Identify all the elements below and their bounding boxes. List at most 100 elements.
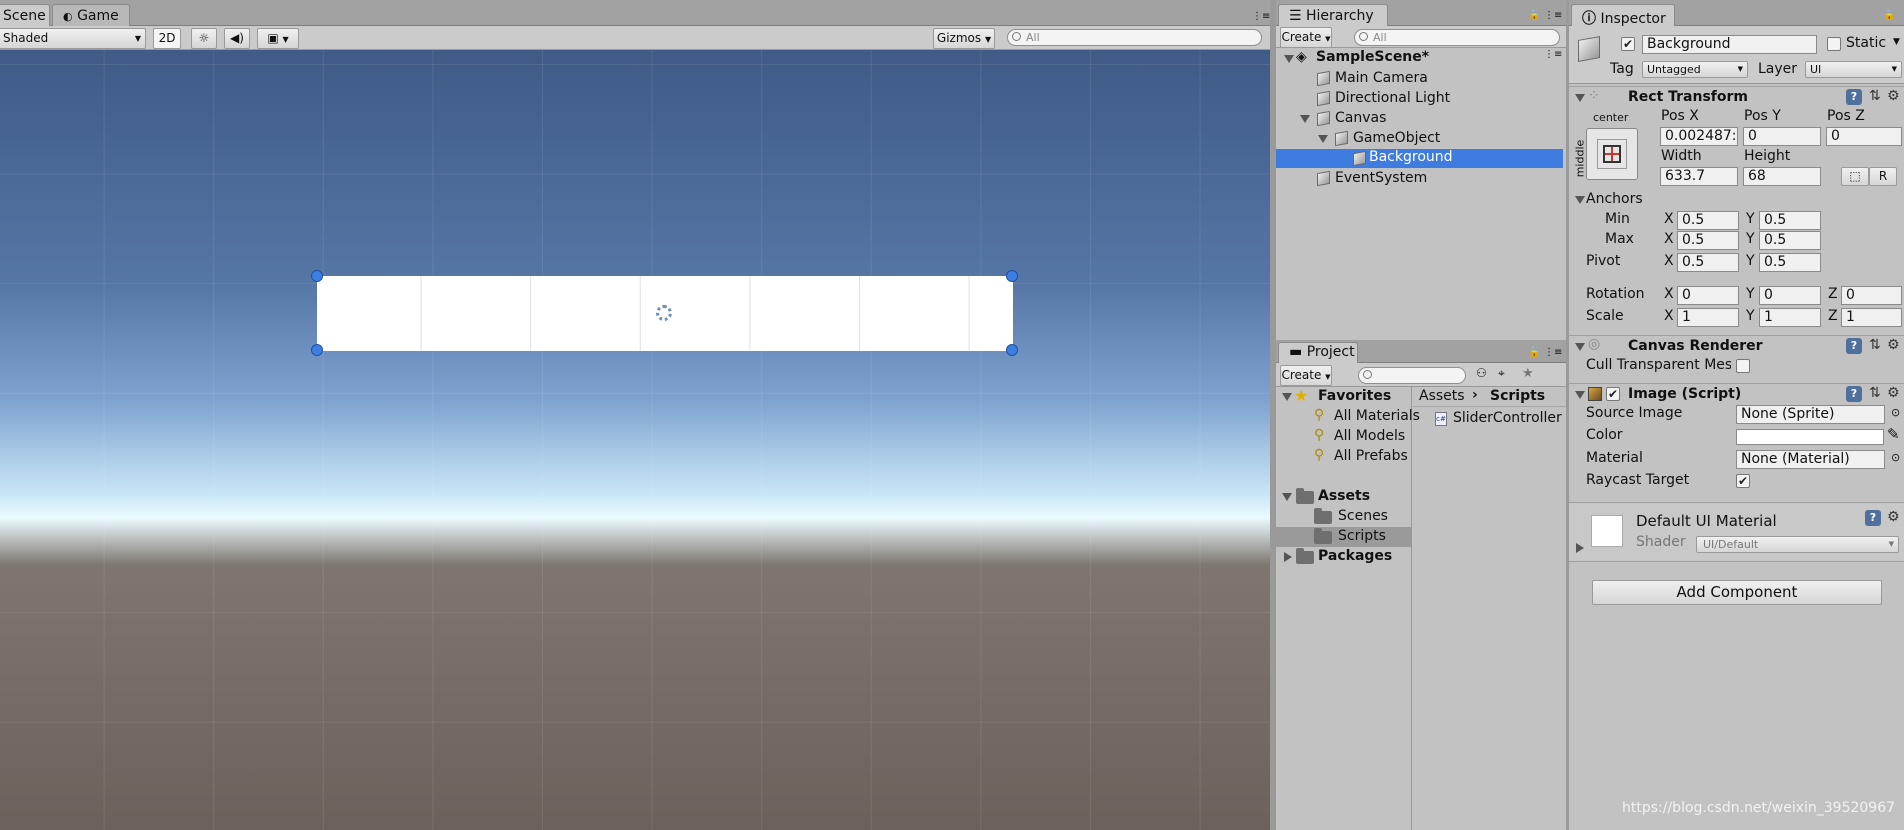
scene-root-item[interactable]: ◈ SampleScene* ⋮≡ [1276, 49, 1566, 68]
scale-x-field[interactable]: 1 [1677, 308, 1739, 327]
pos-x-field[interactable]: 0.002487: [1660, 127, 1738, 146]
scale-y-field[interactable]: 1 [1759, 308, 1821, 327]
help-icon[interactable]: ? [1865, 510, 1881, 526]
gear-icon[interactable]: ⚙ [1887, 385, 1900, 401]
object-name-field[interactable]: Background [1642, 35, 1817, 54]
anchor-preset-button[interactable] [1586, 128, 1638, 180]
cull-transparent-checkbox[interactable] [1736, 359, 1750, 373]
project-create-button[interactable]: Create ▼ [1280, 365, 1332, 386]
chevron-down-icon[interactable] [1575, 196, 1585, 204]
help-icon[interactable]: ? [1846, 338, 1862, 354]
raw-edit-button[interactable]: R [1869, 167, 1897, 186]
tag-dropdown[interactable]: Untagged ▼ [1642, 61, 1748, 78]
lighting-toggle-button[interactable]: ☼ [191, 28, 217, 49]
canvas-renderer-header[interactable]: ◎ Canvas Renderer ? ⇅ ⚙ [1569, 335, 1904, 357]
favorites-header[interactable]: ★ Favorites [1276, 386, 1412, 407]
anchor-min-y-field[interactable]: 0.5 [1759, 211, 1821, 230]
tab-game[interactable]: ◐ Game [52, 4, 130, 27]
eyedropper-icon[interactable]: ✎ [1887, 425, 1900, 443]
chevron-down-icon[interactable]: ▼ [1893, 37, 1900, 47]
image-enabled-checkbox[interactable]: ✔ [1606, 387, 1620, 401]
pos-z-field[interactable]: 0 [1826, 127, 1902, 146]
panel-menu-icon[interactable]: ⋮≡ [1544, 10, 1562, 21]
search-by-label-button[interactable]: ⌖ [1498, 366, 1505, 381]
breadcrumb-item[interactable]: Scripts [1490, 388, 1545, 404]
preset-icon[interactable]: ⇅ [1869, 337, 1881, 353]
object-picker-icon[interactable]: ⊙ [1891, 451, 1900, 464]
shader-dropdown[interactable]: UI/Default ▼ [1696, 536, 1899, 553]
blueprint-mode-button[interactable]: ⬚ [1841, 167, 1869, 186]
rect-handle-bottom-right[interactable] [1006, 344, 1018, 356]
scene-viewport[interactable] [0, 50, 1270, 830]
image-script-header[interactable]: ✔ Image (Script) ? ⇅ ⚙ [1569, 383, 1904, 405]
source-image-field[interactable]: None (Sprite) [1736, 405, 1885, 424]
color-swatch[interactable] [1736, 429, 1884, 445]
panel-menu-icon[interactable]: ⋮≡ [1544, 347, 1562, 358]
pivot-y-field[interactable]: 0.5 [1759, 253, 1821, 272]
layer-dropdown[interactable]: UI ▼ [1805, 61, 1902, 78]
gear-icon[interactable]: ⚙ [1887, 337, 1900, 353]
rect-transform-header[interactable]: ⁘ Rect Transform ? ⇅ ⚙ [1569, 86, 1904, 108]
lock-icon[interactable]: 🔒 [1528, 347, 1540, 358]
hierarchy-search-input[interactable]: All [1354, 29, 1560, 46]
tab-project[interactable]: ▬ Project [1278, 342, 1358, 363]
toggle-2d-button[interactable]: 2D [153, 28, 181, 49]
favorite-star-icon[interactable]: ★ [1522, 366, 1534, 381]
hierarchy-item-directional-light[interactable]: Directional Light [1276, 89, 1566, 109]
favorite-item[interactable]: ⚲ All Materials [1276, 407, 1420, 427]
material-field[interactable]: None (Material) [1736, 450, 1885, 469]
hierarchy-item-eventsystem[interactable]: EventSystem [1276, 169, 1566, 189]
project-search-input[interactable] [1358, 367, 1466, 384]
anchor-max-y-field[interactable]: 0.5 [1759, 231, 1821, 250]
pivot-icon[interactable] [656, 305, 672, 321]
gizmos-dropdown[interactable]: Gizmos ▼ [933, 28, 995, 49]
tab-inspector[interactable]: ⓘ Inspector [1571, 4, 1675, 27]
hierarchy-item-background[interactable]: Background [1276, 149, 1563, 168]
rotation-z-field[interactable]: 0 [1841, 286, 1902, 305]
packages-header[interactable]: Packages [1276, 547, 1412, 567]
effects-toggle-button[interactable]: ▣ ▼ [257, 28, 299, 49]
folder-item-scenes[interactable]: Scenes [1276, 507, 1412, 527]
favorite-item[interactable]: ⚲ All Prefabs [1276, 447, 1412, 467]
rect-handle-top-left[interactable] [311, 270, 323, 282]
static-checkbox[interactable] [1827, 37, 1841, 51]
help-icon[interactable]: ? [1846, 89, 1862, 105]
lock-icon[interactable]: 🔒 [1883, 10, 1895, 21]
file-item[interactable]: c# SliderController [1413, 409, 1566, 429]
hierarchy-item-gameobject[interactable]: GameObject [1276, 129, 1566, 149]
lock-icon[interactable]: 🔒 [1528, 10, 1540, 21]
preset-icon[interactable]: ⇅ [1869, 385, 1881, 401]
gear-icon[interactable]: ⚙ [1887, 88, 1900, 104]
add-component-button[interactable]: Add Component [1592, 580, 1882, 605]
object-picker-icon[interactable]: ⊙ [1891, 406, 1900, 419]
search-by-type-button[interactable]: ⚇ [1476, 366, 1487, 380]
scene-search-input[interactable]: All [1007, 29, 1262, 46]
anchor-max-x-field[interactable]: 0.5 [1677, 231, 1739, 250]
height-field[interactable]: 68 [1743, 167, 1821, 186]
active-checkbox[interactable]: ✔ [1621, 37, 1635, 51]
rotation-x-field[interactable]: 0 [1677, 286, 1739, 305]
scale-z-field[interactable]: 1 [1841, 308, 1902, 327]
preset-icon[interactable]: ⇅ [1869, 88, 1881, 104]
rect-handle-bottom-left[interactable] [311, 344, 323, 356]
hierarchy-item-canvas[interactable]: Canvas [1276, 109, 1566, 129]
audio-toggle-button[interactable]: ◀) [224, 28, 250, 49]
width-field[interactable]: 633.7 [1660, 167, 1738, 186]
chevron-right-icon[interactable] [1576, 543, 1584, 553]
help-icon[interactable]: ? [1846, 386, 1862, 402]
assets-header[interactable]: Assets [1276, 487, 1412, 507]
raycast-target-checkbox[interactable]: ✔ [1736, 474, 1750, 488]
background-image-rect[interactable] [317, 276, 1013, 351]
rect-handle-top-right[interactable] [1006, 270, 1018, 282]
shading-mode-dropdown[interactable]: Shaded ▼ [0, 28, 146, 49]
hierarchy-item-main-camera[interactable]: Main Camera [1276, 69, 1566, 89]
tab-scene[interactable]: Scene [0, 4, 50, 27]
scene-menu-icon[interactable]: ⋮≡ [1544, 49, 1562, 60]
rotation-y-field[interactable]: 0 [1759, 286, 1821, 305]
gear-icon[interactable]: ⚙ [1887, 509, 1900, 525]
breadcrumb-item[interactable]: Assets [1419, 388, 1465, 404]
favorite-item[interactable]: ⚲ All Models [1276, 427, 1412, 447]
pivot-x-field[interactable]: 0.5 [1677, 253, 1739, 272]
hierarchy-create-button[interactable]: Create ▼ [1280, 27, 1332, 48]
tab-hierarchy[interactable]: ☰ Hierarchy [1278, 4, 1388, 27]
